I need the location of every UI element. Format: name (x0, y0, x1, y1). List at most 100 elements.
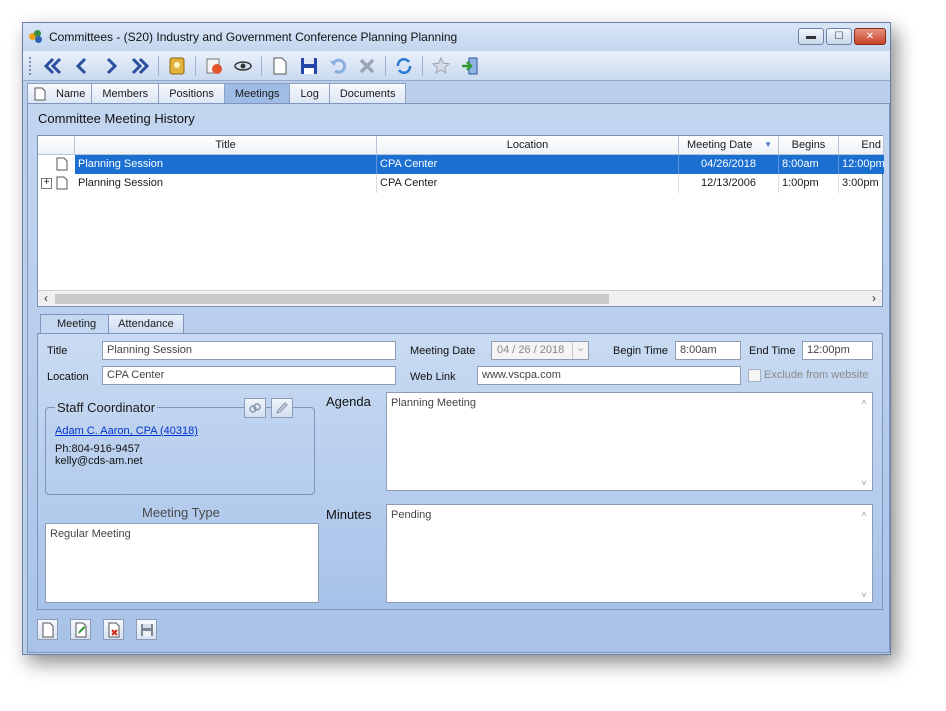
agenda-label: Agenda (326, 394, 371, 409)
undo-icon[interactable] (325, 54, 351, 78)
end-time-field[interactable]: 12:00pm (802, 341, 873, 360)
column-header-meeting-date[interactable]: Meeting Date ▼ (679, 136, 779, 155)
save-icon (140, 623, 153, 636)
staff-coordinator-group: Staff Coordinator Adam C. Aaron, CPA (40… (45, 398, 315, 495)
meeting-date-value: 04 / 26 / 2018 (497, 344, 565, 356)
save-icon[interactable] (296, 54, 322, 78)
favorite-icon[interactable] (428, 54, 454, 78)
new-meeting-button[interactable] (37, 619, 58, 640)
location-field[interactable]: CPA Center (102, 366, 396, 385)
exit-icon[interactable] (457, 54, 483, 78)
cell-location: CPA Center (377, 174, 679, 193)
exclude-from-website-checkbox[interactable] (748, 369, 761, 382)
report-icon[interactable] (201, 54, 227, 78)
title-bar: Committees - (S20) Industry and Governme… (23, 23, 890, 51)
view-icon[interactable] (230, 54, 256, 78)
scroll-up-icon[interactable]: ˄ (856, 509, 872, 519)
date-dropdown-icon[interactable]: ⌄ (572, 342, 588, 359)
scroll-down-icon[interactable]: ˅ (856, 478, 872, 488)
previous-record-icon[interactable] (69, 54, 95, 78)
tab-meetings[interactable]: Meetings (223, 83, 291, 103)
agenda-value: Planning Meeting (391, 397, 477, 409)
tab-documents-label: Documents (339, 87, 396, 100)
link-icon (249, 403, 261, 413)
meeting-detail-panel: Title Planning Session Location CPA Cent… (37, 333, 883, 610)
cell-title: Planning Session (75, 174, 377, 193)
begin-time-label: Begin Time (613, 345, 669, 357)
tab-positions[interactable]: Positions (158, 83, 225, 103)
close-button[interactable]: ✕ (854, 28, 886, 45)
meeting-subtabs: Meeting Attendance (40, 314, 184, 333)
tab-attendance[interactable]: Attendance (108, 314, 184, 333)
location-label: Location (47, 371, 89, 383)
lookup-icon[interactable] (164, 54, 190, 78)
cell-title: Planning Session (75, 155, 377, 174)
coordinator-name-link[interactable]: Adam C. Aaron, CPA (40318) (55, 425, 198, 437)
agenda-textarea[interactable]: Planning Meeting ˄ ˅ (386, 392, 873, 491)
scroll-thumb[interactable] (55, 294, 609, 304)
minutes-textarea[interactable]: Pending ˄ ˅ (386, 504, 873, 603)
column-header-title[interactable]: Title (75, 136, 377, 155)
scroll-left-icon[interactable]: ‹ (38, 291, 54, 307)
table-row[interactable]: + Planning Session CPA Center 12/13/2006… (38, 174, 884, 193)
main-toolbar (23, 51, 890, 81)
first-record-icon[interactable] (40, 54, 66, 78)
meeting-date-label: Meeting Date (410, 345, 476, 357)
tab-documents[interactable]: Documents (328, 83, 407, 103)
coordinator-phone: Ph:804-916-9457 (55, 443, 141, 455)
column-header-begins[interactable]: Begins (779, 136, 839, 155)
tab-positions-label: Positions (169, 87, 214, 100)
tab-name[interactable]: Name (27, 83, 93, 103)
staff-coordinator-title: Staff Coordinator (55, 400, 158, 415)
refresh-icon[interactable] (391, 54, 417, 78)
tab-name-label: Name (56, 87, 86, 100)
delete-icon[interactable] (354, 54, 380, 78)
cell-meeting-date: 04/26/2018 (679, 155, 779, 174)
document-icon (56, 176, 68, 190)
toolbar-grip[interactable] (29, 56, 33, 75)
next-record-icon[interactable] (98, 54, 124, 78)
column-header-end[interactable]: End (839, 136, 884, 155)
tab-log[interactable]: Log (289, 83, 330, 103)
edit-coordinator-button[interactable] (271, 398, 293, 418)
table-row[interactable]: Planning Session CPA Center 04/26/2018 8… (38, 155, 884, 174)
horizontal-scrollbar[interactable]: ‹ › (38, 290, 882, 306)
tab-members[interactable]: Members (91, 83, 160, 103)
pencil-icon (276, 402, 288, 414)
meeting-date-field[interactable]: 04 / 26 / 2018 ⌄ (491, 341, 589, 360)
minutes-scrollbar[interactable]: ˄ ˅ (856, 505, 872, 602)
cell-begins: 8:00am (779, 155, 839, 174)
new-document-icon (42, 622, 53, 637)
scroll-right-icon[interactable]: › (866, 291, 882, 307)
agenda-scrollbar[interactable]: ˄ ˅ (856, 393, 872, 490)
column-header-location[interactable]: Location (377, 136, 679, 155)
web-link-field[interactable]: www.vscpa.com (477, 366, 741, 385)
end-time-label: End Time (749, 345, 796, 357)
title-field[interactable]: Planning Session (102, 341, 396, 360)
exclude-from-website-label: Exclude from website (764, 369, 869, 381)
scroll-up-icon[interactable]: ˄ (856, 397, 872, 407)
save-meeting-button[interactable] (136, 619, 157, 640)
tab-meeting[interactable]: Meeting (40, 314, 110, 333)
maximize-button[interactable]: ☐ (826, 28, 852, 45)
minimize-button[interactable]: ▬ (798, 28, 824, 45)
window-title: Committees - (S20) Industry and Governme… (49, 30, 458, 44)
row-expander-cell (38, 155, 75, 174)
document-icon (34, 87, 46, 100)
tab-log-label: Log (300, 87, 319, 100)
coordinator-email: kelly@cds-am.net (55, 455, 143, 467)
link-coordinator-button[interactable] (244, 398, 266, 418)
minutes-label: Minutes (326, 507, 372, 522)
tab-meetings-label: Meetings (234, 87, 280, 100)
new-icon[interactable] (267, 54, 293, 78)
last-record-icon[interactable] (127, 54, 153, 78)
meeting-actions-bar (37, 619, 157, 640)
meeting-type-field[interactable]: Regular Meeting (45, 523, 319, 603)
meeting-history-grid: Title Location Meeting Date ▼ Begins End… (37, 135, 884, 307)
expand-icon[interactable]: + (41, 178, 52, 189)
begin-time-field[interactable]: 8:00am (675, 341, 741, 360)
minutes-value: Pending (391, 509, 432, 521)
edit-meeting-button[interactable] (70, 619, 91, 640)
delete-meeting-button[interactable] (103, 619, 124, 640)
scroll-down-icon[interactable]: ˅ (856, 590, 872, 600)
